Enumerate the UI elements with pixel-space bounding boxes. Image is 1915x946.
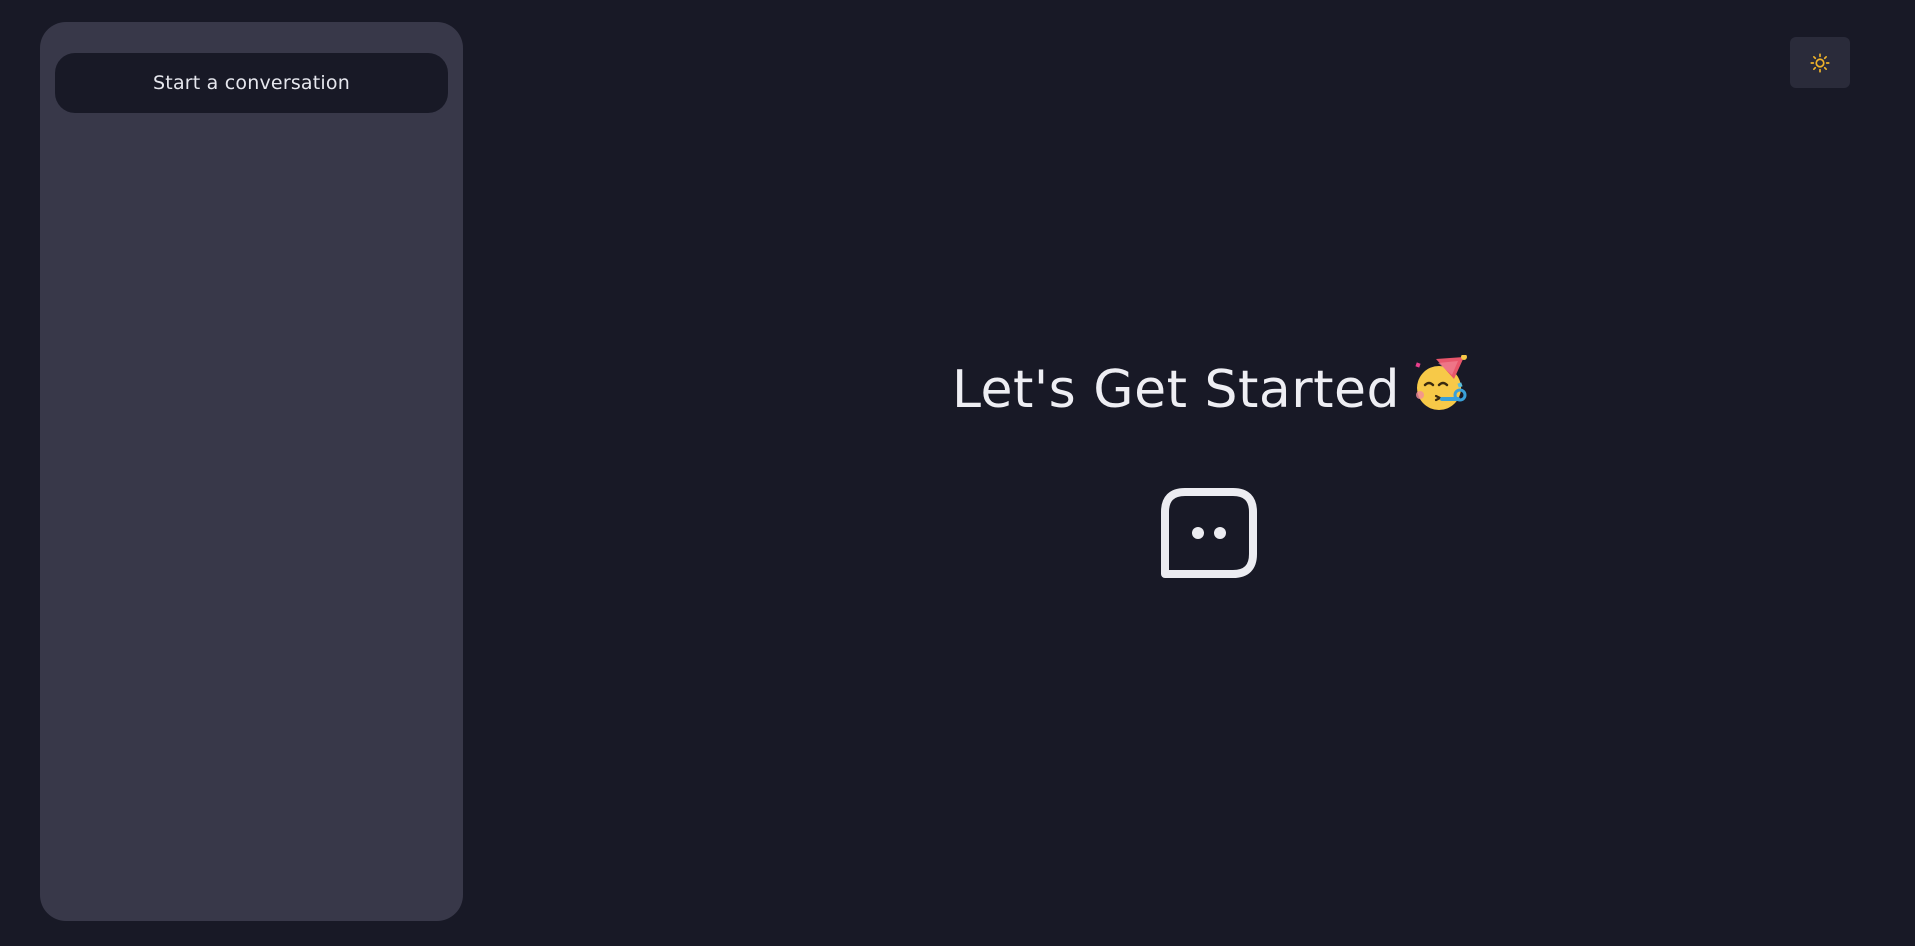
- main-area: Let's Get Started: [463, 0, 1915, 946]
- welcome-heading: Let's Get Started: [463, 354, 1915, 426]
- party-face-emoji-icon: [1414, 354, 1470, 426]
- chat-bot-icon: [1161, 488, 1257, 578]
- sidebar: Start a conversation: [40, 22, 463, 921]
- app-root: Start a conversation Let's Get Started: [0, 0, 1915, 946]
- welcome-title: Let's Get Started: [951, 360, 1401, 420]
- start-conversation-button[interactable]: Start a conversation: [55, 53, 448, 113]
